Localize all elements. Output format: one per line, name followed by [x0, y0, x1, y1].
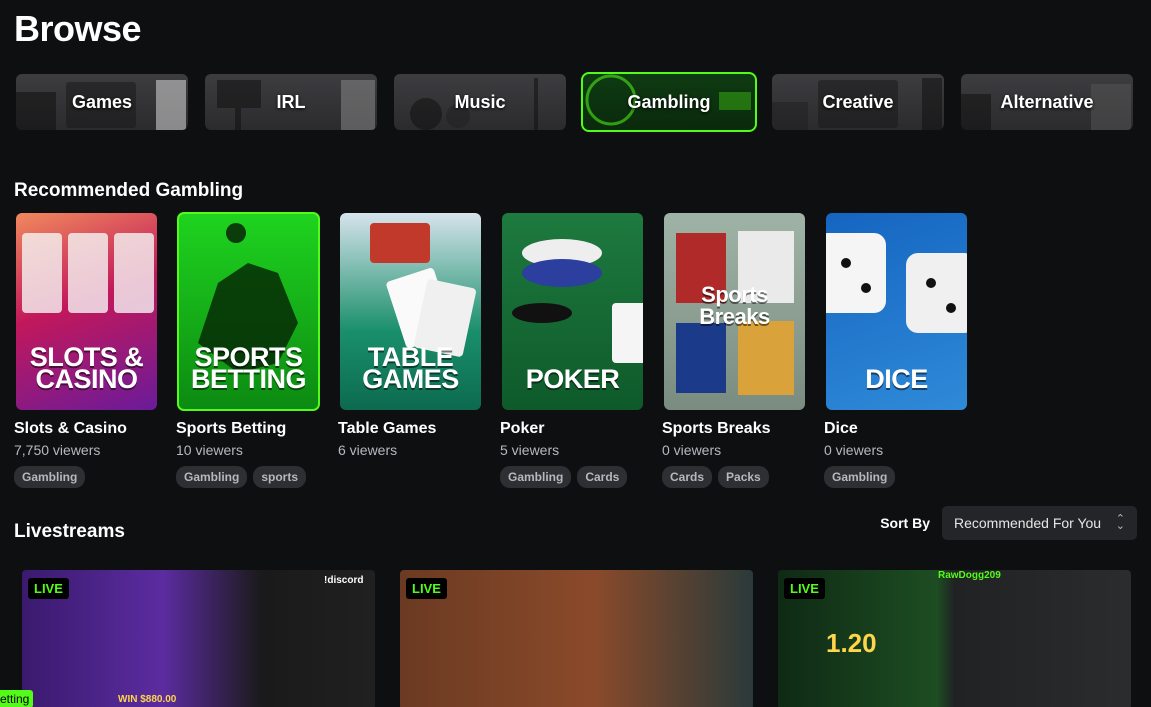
category-alternative[interactable]: Alternative	[961, 74, 1133, 130]
rec-name[interactable]: Sports Betting	[176, 420, 320, 438]
live-badge: LIVE	[406, 578, 447, 599]
rec-name[interactable]: Dice	[824, 420, 968, 438]
category-tabs: Games IRL Music Gambling Creative Altern…	[16, 72, 1133, 132]
rec-thumbnail[interactable]: TABLE GAMES	[340, 213, 481, 410]
live-badge: LIVE	[28, 578, 69, 599]
live-badge: LIVE	[784, 578, 825, 599]
rec-thumbnail[interactable]: POKER	[502, 213, 643, 410]
tag[interactable]: Packs	[718, 466, 769, 488]
rec-name[interactable]: Poker	[500, 420, 644, 438]
category-games[interactable]: Games	[16, 74, 188, 130]
rec-name[interactable]: Sports Breaks	[662, 420, 806, 438]
tag-list: Gambling	[14, 466, 158, 488]
rec-thumbnail[interactable]: SPORTS BETTING	[177, 212, 320, 411]
stream-card[interactable]: LIVE !discord WIN $880.00	[22, 570, 375, 707]
rec-thumbnail[interactable]: Sports Breaks	[664, 213, 805, 410]
sort-value: Recommended For You	[954, 515, 1102, 531]
thumbnail-text: SPORTS BETTING	[191, 342, 307, 394]
tag[interactable]: Gambling	[500, 466, 572, 488]
category-label: Games	[71, 91, 133, 112]
tag-list: Gambling sports	[176, 466, 320, 488]
rec-thumbnail[interactable]: SLOTS & CASINO	[16, 213, 157, 410]
chevron-updown-icon: ⌃ ⌄	[1115, 513, 1125, 532]
rec-name[interactable]: Slots & Casino	[14, 420, 158, 438]
category-label: IRL	[276, 91, 306, 112]
recommended-title: Recommended Gambling	[14, 180, 244, 201]
category-label: Alternative	[1000, 91, 1094, 112]
rec-card-table-games[interactable]: TABLE GAMES Table Games 6 viewers	[338, 213, 482, 488]
category-gambling[interactable]: Gambling	[581, 72, 757, 132]
sort-label: Sort By	[880, 515, 930, 531]
tag[interactable]: Gambling	[14, 466, 86, 488]
rec-thumbnail[interactable]: DICE	[826, 213, 967, 410]
tag[interactable]: Gambling	[824, 466, 896, 488]
stream-overlay-text: 1.20	[826, 628, 877, 658]
tag[interactable]: sports	[253, 466, 307, 488]
rec-viewers: 10 viewers	[176, 442, 243, 458]
stream-overlay-text: WIN $880.00	[118, 694, 177, 705]
page-title: Browse	[14, 8, 142, 49]
tag[interactable]: Cards	[577, 466, 628, 488]
tag-list: Gambling	[824, 466, 968, 488]
recommended-list: SLOTS & CASINO Slots & Casino 7,750 view…	[14, 212, 968, 488]
thumbnail-text: POKER	[525, 364, 620, 394]
rec-card-dice[interactable]: DICE Dice 0 viewers Gambling	[824, 213, 968, 488]
category-label: Gambling	[627, 91, 711, 112]
stream-card[interactable]: LIVE	[400, 570, 753, 707]
rec-card-sports-betting[interactable]: SPORTS BETTING Sports Betting 10 viewers…	[176, 212, 320, 488]
category-irl[interactable]: IRL	[205, 74, 377, 130]
category-label: Music	[454, 91, 506, 112]
tag[interactable]: Gambling	[176, 466, 248, 488]
category-music[interactable]: Music	[394, 74, 566, 130]
category-creative[interactable]: Creative	[772, 74, 944, 130]
livestream-list: LIVE !discord WIN $880.00 LIVE LIVE 1.20…	[22, 570, 1131, 707]
thumbnail-text: DICE	[865, 364, 928, 394]
rec-viewers: 0 viewers	[824, 442, 884, 458]
hover-tooltip: etting	[0, 690, 34, 707]
thumbnail-text: TABLE GAMES	[362, 342, 459, 394]
rec-name[interactable]: Table Games	[338, 420, 482, 438]
stream-card[interactable]: LIVE 1.20 RawDogg209	[778, 570, 1131, 707]
rec-viewers: 7,750 viewers	[14, 442, 101, 458]
tag[interactable]: Cards	[662, 466, 713, 488]
thumbnail-text: Sports Breaks	[699, 282, 770, 329]
sort-dropdown[interactable]: Recommended For You ⌃ ⌄	[942, 506, 1137, 540]
tag-list: Gambling Cards	[500, 466, 644, 488]
tag-list: Cards Packs	[662, 466, 806, 488]
thumbnail-text: SLOTS & CASINO	[29, 342, 144, 394]
stream-overlay-text: RawDogg209	[938, 570, 1001, 581]
rec-card-poker[interactable]: POKER Poker 5 viewers Gambling Cards	[500, 213, 644, 488]
rec-card-slots-casino[interactable]: SLOTS & CASINO Slots & Casino 7,750 view…	[14, 213, 158, 488]
rec-card-sports-breaks[interactable]: Sports Breaks Sports Breaks 0 viewers Ca…	[662, 213, 806, 488]
livestreams-title: Livestreams	[14, 521, 125, 542]
sort-control: Sort By Recommended For You ⌃ ⌄	[880, 506, 1137, 540]
rec-viewers: 0 viewers	[662, 442, 722, 458]
stream-overlay-text: !discord	[324, 575, 364, 586]
rec-viewers: 6 viewers	[338, 442, 398, 458]
category-label: Creative	[822, 91, 894, 112]
rec-viewers: 5 viewers	[500, 442, 560, 458]
